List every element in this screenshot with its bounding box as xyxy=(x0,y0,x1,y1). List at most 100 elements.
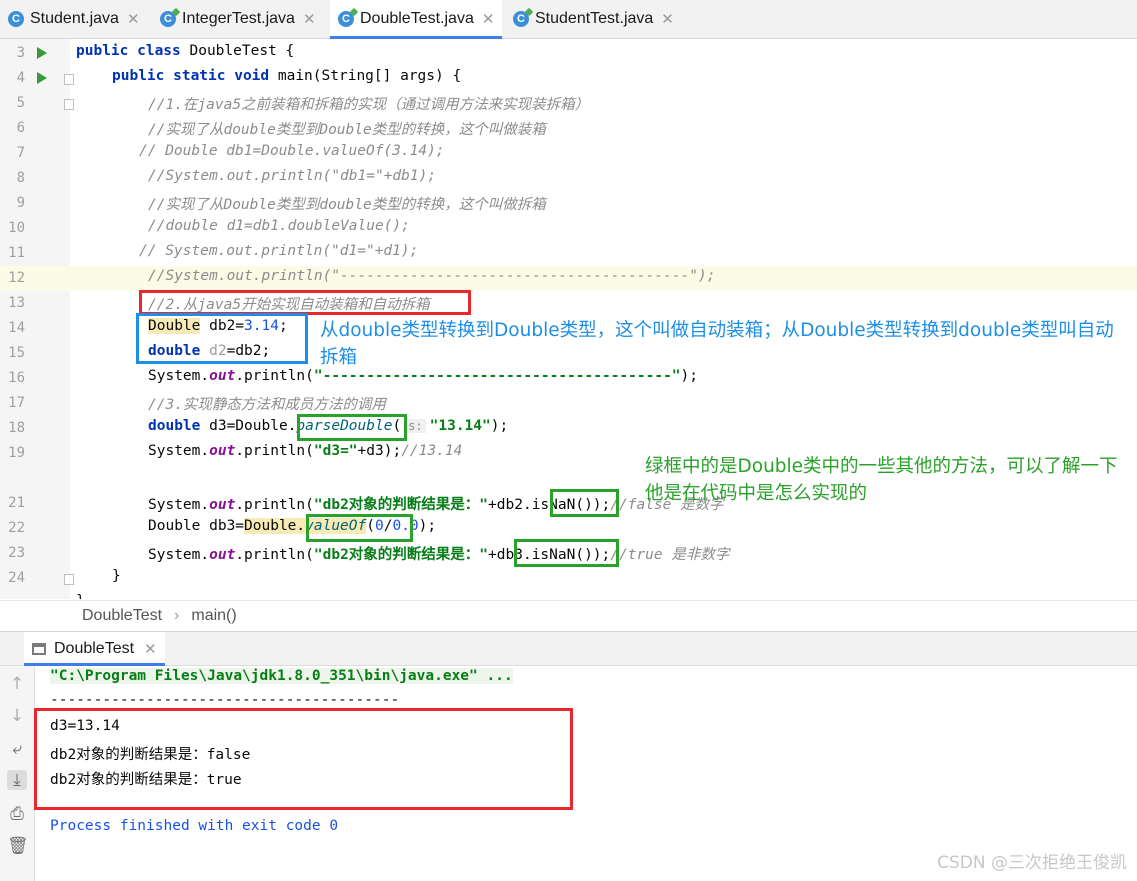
scroll-to-end-icon[interactable]: ⤓ xyxy=(7,770,27,790)
code-text: Double db2=3.14; xyxy=(148,318,288,334)
code-line-current[interactable]: 12 //System.out.println("---------------… xyxy=(0,266,1137,291)
trash-icon[interactable]: 🗑 xyxy=(7,836,29,856)
code-line[interactable]: } xyxy=(0,591,1137,599)
line-number: 12 xyxy=(8,270,25,286)
line-number: 11 xyxy=(8,245,25,261)
console-output-line: db2对象的判断结果是：true xyxy=(50,772,242,788)
code-line[interactable]: 5 //1.在java5之前装箱和拆箱的实现（通过调用方法来实现装拆箱） xyxy=(0,91,1137,116)
line-number: 24 xyxy=(8,570,25,586)
breadcrumb: DoubleTest › main() xyxy=(0,600,1137,631)
code-text: double d3=Double.parseDouble(s: "13.14"); xyxy=(148,418,509,434)
console-exit-message: Process finished with exit code 0 xyxy=(50,818,339,834)
tab-integertest-java[interactable]: C IntegerTest.java ✕ xyxy=(160,0,325,38)
code-line[interactable]: 13 //2.从java5开始实现自动装箱和自动拆箱 xyxy=(0,291,1137,316)
code-line[interactable]: 17 //3.实现静态方法和成员方法的调用 xyxy=(0,391,1137,416)
code-text: } xyxy=(76,593,85,599)
fold-icon[interactable] xyxy=(64,574,74,585)
breadcrumb-separator: › xyxy=(174,607,180,624)
code-text: Double db3=Double.valueOf(0/0.0); xyxy=(148,518,437,534)
run-tab-doubletest[interactable]: DoubleTest ✕ xyxy=(24,632,165,666)
code-line[interactable]: 3 public class DoubleTest { xyxy=(0,41,1137,66)
code-line[interactable]: 23 System.out.println("db2对象的判断结果是："+db3… xyxy=(0,541,1137,566)
line-number: 21 xyxy=(8,495,25,511)
code-line[interactable]: 6 //实现了从double类型到Double类型的转换，这个叫做装箱 xyxy=(0,116,1137,141)
code-text: //1.在java5之前装箱和拆箱的实现（通过调用方法来实现装拆箱） xyxy=(148,97,590,113)
close-icon[interactable]: ✕ xyxy=(144,640,157,658)
code-text: public class DoubleTest { xyxy=(76,43,295,59)
close-icon[interactable]: ✕ xyxy=(661,10,674,28)
code-text: //System.out.println("db1="+db1); xyxy=(148,168,437,184)
code-line[interactable]: 10 //double d1=db1.doubleValue(); xyxy=(0,216,1137,241)
line-number: 8 xyxy=(16,170,25,186)
tab-label: IntegerTest.java xyxy=(182,10,295,27)
close-icon[interactable]: ✕ xyxy=(303,10,316,28)
code-line[interactable]: 7 // Double db1=Double.valueOf(3.14); xyxy=(0,141,1137,166)
editor-tab-bar: C Student.java ✕ C IntegerTest.java ✕ C … xyxy=(0,0,1137,39)
blue-annotation-text: 从double类型转换到Double类型，这个叫做自动装箱；从Double类型转… xyxy=(320,320,1114,368)
tab-label: StudentTest.java xyxy=(535,10,654,27)
line-number: 13 xyxy=(8,295,25,311)
code-line[interactable]: 22 Double db3=Double.valueOf(0/0.0); xyxy=(0,516,1137,541)
line-number: 14 xyxy=(8,320,25,336)
fold-icon[interactable] xyxy=(64,99,74,110)
console-output-line: d3=13.14 xyxy=(50,718,120,734)
code-text: //double d1=db1.doubleValue(); xyxy=(148,218,410,234)
run-tab-label: DoubleTest xyxy=(54,639,135,657)
code-text: double d2=db2; xyxy=(148,343,271,359)
test-class-icon: C xyxy=(160,11,176,27)
code-text: //实现了从double类型到Double类型的转换，这个叫做装箱 xyxy=(148,122,546,138)
line-number: 18 xyxy=(8,420,25,436)
class-icon: C xyxy=(8,11,24,27)
breadcrumb-class[interactable]: DoubleTest xyxy=(82,607,162,625)
breadcrumb-method[interactable]: main() xyxy=(191,607,236,625)
line-number: 10 xyxy=(8,220,25,236)
arrow-up-icon[interactable]: ↑ xyxy=(7,674,27,694)
line-number: 19 xyxy=(8,445,25,461)
code-text: //System.out.println("------------------… xyxy=(148,268,716,284)
line-number: 7 xyxy=(16,145,25,161)
code-text: //2.从java5开始实现自动装箱和自动拆箱 xyxy=(148,297,430,313)
code-text: System.out.println("db2对象的判断结果是："+db2.is… xyxy=(148,497,724,513)
code-line[interactable]: 24 } xyxy=(0,566,1137,591)
console-output-line: db2对象的判断结果是：false xyxy=(50,747,251,763)
print-icon[interactable]: ⎙ xyxy=(7,804,27,824)
close-icon[interactable]: ✕ xyxy=(127,10,140,28)
code-text: //3.实现静态方法和成员方法的调用 xyxy=(148,397,386,413)
line-number: 6 xyxy=(16,120,25,136)
close-icon[interactable]: ✕ xyxy=(482,10,495,28)
line-number: 9 xyxy=(16,195,25,211)
code-text: System.out.println("db2对象的判断结果是："+db3.is… xyxy=(148,547,730,563)
code-line[interactable]: 8 //System.out.println("db1="+db1); xyxy=(0,166,1137,191)
tab-student-java[interactable]: C Student.java ✕ xyxy=(8,0,148,38)
tab-label: Student.java xyxy=(30,10,119,27)
code-line[interactable]: 11 // System.out.println("d1="+d1); xyxy=(0,241,1137,266)
soft-wrap-icon[interactable]: ⤶ xyxy=(7,739,27,759)
line-number: 22 xyxy=(8,520,25,536)
code-text: System.out.println("d3="+d3);//13.14 xyxy=(148,443,463,459)
green-annotation-text: 绿框中的是Double类中的一些其他的方法，可以了解一下他是在代码中是怎么实现的 xyxy=(645,456,1118,504)
run-icon[interactable] xyxy=(37,47,47,59)
run-tab-bar: DoubleTest ✕ xyxy=(0,632,1137,666)
watermark: CSDN @三次拒绝王俊凯 xyxy=(937,853,1127,873)
code-text: // System.out.println("d1="+d1); xyxy=(139,243,419,259)
tab-doubletest-java[interactable]: C DoubleTest.java ✕ xyxy=(330,0,502,39)
code-line[interactable]: 18 double d3=Double.parseDouble(s: "13.14… xyxy=(0,416,1137,441)
line-number: 4 xyxy=(16,70,25,86)
arrow-down-icon[interactable]: ↓ xyxy=(7,706,27,726)
run-panel: DoubleTest ✕ ↑ ↓ ⤶ ⤓ ⎙ 🗑 "C:\Program Fil… xyxy=(0,631,1137,881)
tab-label: DoubleTest.java xyxy=(360,10,474,27)
code-line[interactable]: 9 //实现了从Double类型到double类型的转换，这个叫做拆箱 xyxy=(0,191,1137,216)
line-number: 5 xyxy=(16,95,25,111)
test-class-icon: C xyxy=(513,11,529,27)
console-command: "C:\Program Files\Java\jdk1.8.0_351\bin\… xyxy=(50,668,513,684)
run-toolbar: ↑ ↓ ⤶ ⤓ ⎙ 🗑 xyxy=(0,666,35,881)
run-icon[interactable] xyxy=(37,72,47,84)
code-text: // Double db1=Double.valueOf(3.14); xyxy=(139,143,445,159)
console-separator: ---------------------------------------- xyxy=(50,692,400,708)
line-number: 15 xyxy=(8,345,25,361)
line-number: 3 xyxy=(16,45,25,61)
tab-studenttest-java[interactable]: C StudentTest.java ✕ xyxy=(513,0,683,38)
code-text: } xyxy=(112,568,121,584)
fold-icon[interactable] xyxy=(64,74,74,85)
code-line[interactable]: 4 public static void main(String[] args)… xyxy=(0,66,1137,91)
